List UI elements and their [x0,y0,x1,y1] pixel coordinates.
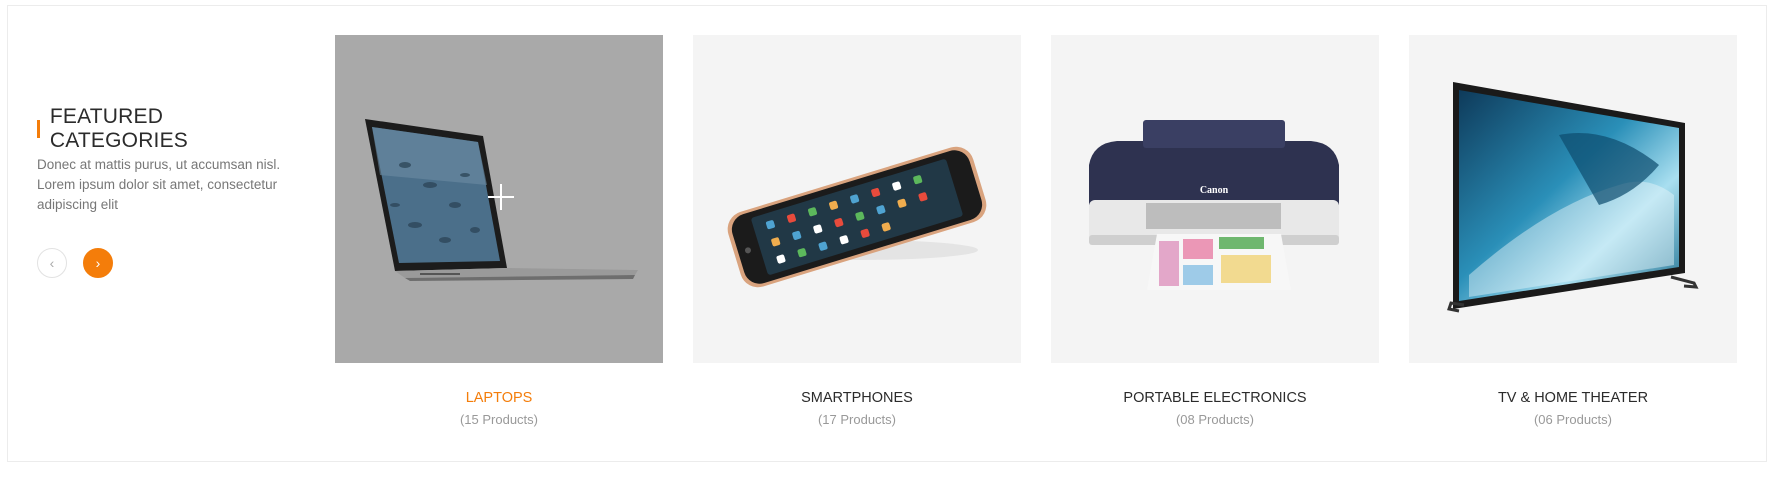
zoom-plus-icon [488,184,514,210]
chevron-right-icon: › [95,255,101,271]
chevron-left-icon: ‹ [49,255,55,271]
category-name-portable-electronics[interactable]: PORTABLE ELECTRONICS [1051,390,1379,406]
category-card-smartphones: SMARTPHONES (17 Products) [693,35,1021,427]
category-image-tv-home-theater[interactable] [1409,35,1737,363]
category-name-laptops[interactable]: LAPTOPS [335,390,663,406]
category-count-laptops: (15 Products) [459,412,539,427]
smartphone-image [727,146,987,288]
carousel-prev-button[interactable]: ‹ [37,248,67,278]
category-card-laptops: LAPTOPS (15 Products) [335,35,663,427]
category-card-portable-electronics: Canon PORTABLE ELECTRONICS (08 Products) [1051,35,1379,427]
category-count-tv-home-theater: (06 Products) [1533,412,1613,427]
section-title: FEATURED CATEGORIES [49,105,189,152]
category-image-smartphones[interactable] [693,35,1021,363]
section-description: Donec at mattis purus, ut accumsan nisl.… [37,157,281,212]
section-heading: FEATURED CATEGORIES [37,105,297,152]
section-intro: FEATURED CATEGORIES Donec at mattis puru… [37,105,297,215]
category-name-smartphones[interactable]: SMARTPHONES [693,390,1021,406]
printer-brand-label: Canon [1200,185,1229,196]
category-image-portable-electronics[interactable]: Canon [1051,35,1379,363]
tv-image [1447,82,1699,313]
category-image-laptops[interactable] [335,35,663,363]
category-name-tv-home-theater[interactable]: TV & HOME THEATER [1409,390,1737,406]
printer-image: Canon [1089,120,1339,290]
category-card-tv-home-theater: TV & HOME THEATER (06 Products) [1409,35,1737,427]
category-count-portable-electronics: (08 Products) [1175,412,1255,427]
carousel-next-button[interactable]: › [83,248,113,278]
heading-accent-bar [37,120,40,138]
category-count-smartphones: (17 Products) [817,412,897,427]
carousel-nav: ‹ › [37,248,113,278]
